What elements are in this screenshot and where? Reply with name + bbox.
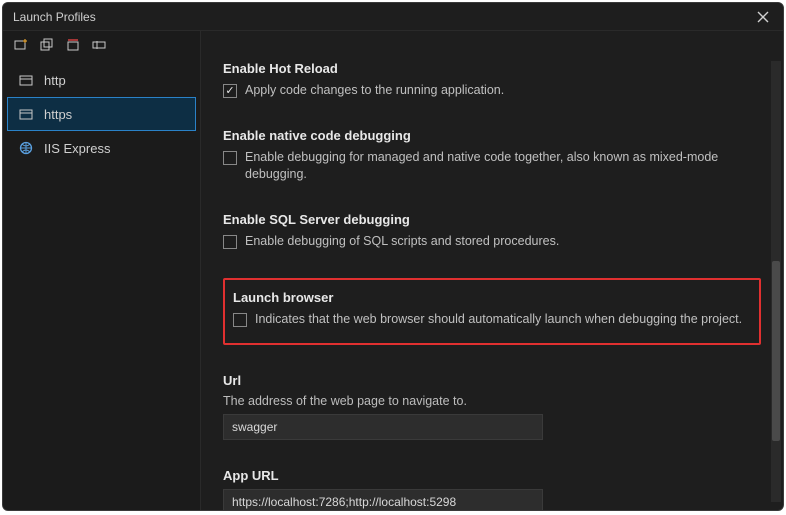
section-title: Launch browser <box>233 290 751 305</box>
section-title: Enable Hot Reload <box>223 61 761 76</box>
section-native-debug: Enable native code debugging Enable debu… <box>223 128 761 184</box>
section-title: Url <box>223 373 761 388</box>
iis-icon <box>18 140 34 156</box>
launch-profiles-window: Launch Profiles <box>2 2 784 511</box>
native-debug-checkbox[interactable] <box>223 151 237 165</box>
delete-profile-icon[interactable] <box>65 37 81 53</box>
duplicate-profile-icon[interactable] <box>39 37 55 53</box>
hot-reload-checkbox[interactable] <box>223 84 237 98</box>
project-icon <box>18 72 34 88</box>
new-profile-icon[interactable] <box>13 37 29 53</box>
window-title: Launch Profiles <box>13 10 753 24</box>
vertical-scrollbar[interactable] <box>771 61 781 502</box>
section-desc: The address of the web page to navigate … <box>223 394 761 408</box>
section-app-url: App URL <box>223 468 761 511</box>
profile-item-https[interactable]: https <box>7 97 196 131</box>
scrollbar-thumb[interactable] <box>772 261 780 441</box>
section-title: App URL <box>223 468 761 483</box>
section-title: Enable SQL Server debugging <box>223 212 761 227</box>
profile-item-label: http <box>44 73 66 88</box>
section-hot-reload: Enable Hot Reload Apply code changes to … <box>223 61 761 100</box>
profile-item-label: IIS Express <box>44 141 110 156</box>
section-desc: Apply code changes to the running applic… <box>245 82 504 100</box>
sidebar: http https IIS Express <box>3 31 201 510</box>
launch-browser-checkbox[interactable] <box>233 313 247 327</box>
profile-item-http[interactable]: http <box>7 63 196 97</box>
profile-item-iis-express[interactable]: IIS Express <box>7 131 196 165</box>
section-title: Enable native code debugging <box>223 128 761 143</box>
section-desc: Enable debugging of SQL scripts and stor… <box>245 233 559 251</box>
sql-debug-checkbox[interactable] <box>223 235 237 249</box>
section-desc: Indicates that the web browser should au… <box>255 311 742 329</box>
launch-browser-highlight: Launch browser Indicates that the web br… <box>223 278 761 345</box>
close-button[interactable] <box>753 7 773 27</box>
content-panel: Enable Hot Reload Apply code changes to … <box>201 31 783 510</box>
profile-list: http https IIS Express <box>3 59 200 169</box>
section-url: Url The address of the web page to navig… <box>223 373 761 440</box>
titlebar: Launch Profiles <box>3 3 783 31</box>
body: http https IIS Express Enable Ho <box>3 31 783 510</box>
app-url-input[interactable] <box>223 489 543 511</box>
section-desc: Enable debugging for managed and native … <box>245 149 761 184</box>
profile-item-label: https <box>44 107 72 122</box>
sidebar-toolbar <box>3 31 200 59</box>
rename-profile-icon[interactable] <box>91 37 107 53</box>
url-input[interactable] <box>223 414 543 440</box>
section-sql-debug: Enable SQL Server debugging Enable debug… <box>223 212 761 251</box>
project-icon <box>18 106 34 122</box>
